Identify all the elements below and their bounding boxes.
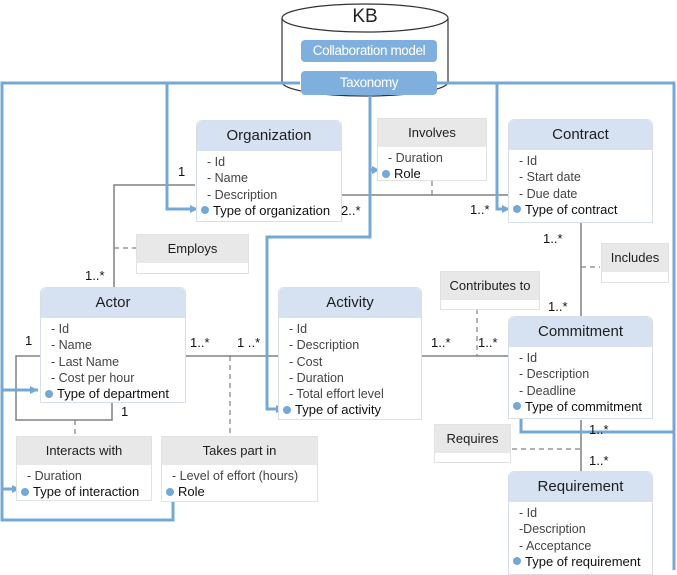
multiplicity: 1..* [589, 422, 609, 437]
taxonomy-attribute: Type of requirement [513, 553, 652, 570]
taxonomy-attribute: Type of activity [283, 402, 421, 418]
taxonomy-dot-icon [201, 206, 209, 215]
association-interacts-with[interactable]: Interacts with - Duration Type of intera… [16, 436, 152, 501]
association-title: Contributes to [441, 272, 539, 300]
attribute: - Deadline [519, 383, 576, 398]
taxonomy-dot-icon [513, 557, 521, 566]
kb-taxonomy[interactable]: Taxonomy [301, 71, 437, 95]
taxonomy-attribute: Type of department [45, 386, 185, 402]
taxonomy-dot-icon [382, 169, 390, 178]
attribute-label: Role [394, 166, 421, 182]
attribute: - Total effort level [289, 387, 384, 402]
multiplicity: 1 [25, 333, 33, 348]
class-activity[interactable]: Activity - Id - Description - Cost - Dur… [278, 287, 422, 420]
taxonomy-attribute: Role [382, 166, 486, 182]
attribute: - Cost per hour [51, 370, 135, 385]
multiplicity: 1..* [589, 453, 609, 468]
attribute: - Id [519, 154, 538, 168]
attribute: - Start date [519, 170, 581, 185]
attribute: - Id [289, 322, 308, 336]
kb-title: KB [352, 6, 378, 27]
attribute: - Description [207, 187, 278, 202]
class-title: Contract [509, 120, 652, 150]
association-title: Includes [602, 244, 668, 272]
multiplicity: 1 [121, 404, 129, 419]
attribute: - Duration [388, 151, 443, 165]
attribute-label: Role [178, 484, 205, 500]
attribute: - Name [207, 171, 248, 186]
attribute-label: Type of department [57, 386, 170, 402]
multiplicity: 1 [178, 164, 186, 179]
association-title: Takes part in [162, 437, 317, 465]
attribute: - Level of effort (hours) [172, 469, 299, 483]
taxonomy-dot-icon [45, 389, 53, 398]
attribute: - Last Name [51, 354, 120, 369]
attribute: - Id [51, 322, 70, 336]
class-title: Requirement [509, 472, 652, 502]
attribute: - Id [207, 155, 226, 169]
class-contract[interactable]: Contract - Id - Start date - Due date Ty… [508, 119, 653, 223]
taxonomy-dot-icon [21, 487, 29, 496]
taxonomy-dot-icon [166, 487, 174, 496]
class-requirement[interactable]: Requirement - Id -Description - Acceptan… [508, 471, 653, 575]
class-title: Organization [197, 121, 341, 151]
association-employs[interactable]: Employs [136, 234, 249, 274]
multiplicity: 1..* [548, 299, 568, 314]
multiplicity: 1..* [85, 268, 105, 283]
taxonomy-attribute: Type of contract [513, 201, 652, 218]
class-title: Activity [279, 288, 421, 318]
attribute: - Cost [289, 354, 323, 369]
association-title: Requires [435, 425, 510, 453]
attribute-label: Type of commitment [525, 398, 643, 414]
attribute-label: Type of activity [295, 402, 381, 418]
attribute: - Duration [27, 469, 82, 483]
taxonomy-dot-icon [513, 402, 521, 411]
taxonomy-attribute: Role [166, 484, 317, 500]
attribute: - Description [289, 338, 360, 353]
attribute: - Id [519, 506, 538, 520]
multiplicity: 1..* [478, 335, 498, 350]
association-includes[interactable]: Includes [601, 243, 669, 283]
association-title: Interacts with [17, 437, 151, 465]
attribute: - Description [519, 367, 590, 382]
taxonomy-dot-icon [283, 406, 291, 415]
multiplicity: 1 ..* [237, 335, 261, 350]
association-title: Employs [137, 235, 248, 263]
class-actor[interactable]: Actor - Id - Name - Last Name - Cost per… [40, 287, 186, 403]
taxonomy-dot-icon [513, 205, 521, 214]
class-organization[interactable]: Organization - Id - Name - Description T… [196, 120, 342, 222]
association-involves[interactable]: Involves - Duration Role [377, 118, 487, 181]
attribute-label: Type of interaction [33, 484, 140, 500]
multiplicity: 2..* [341, 203, 361, 218]
multiplicity: 1..* [190, 335, 210, 350]
kb-collaboration-model[interactable]: Collaboration model [301, 40, 437, 62]
attribute-label: Type of requirement [525, 553, 641, 569]
taxonomy-attribute: Type of organization [201, 202, 341, 219]
multiplicity: 1..* [470, 202, 490, 217]
class-commitment[interactable]: Commitment - Id - Description - Deadline… [508, 316, 653, 419]
class-title: Commitment [509, 317, 652, 347]
attribute: - Due date [519, 186, 578, 201]
association-contributes-to[interactable]: Contributes to [440, 271, 540, 310]
attribute: - Id [519, 351, 538, 365]
attribute-label: Type of organization [213, 202, 331, 218]
attribute: - Acceptance [519, 538, 592, 553]
attribute: - Duration [289, 370, 344, 385]
association-takes-part-in[interactable]: Takes part in - Level of effort (hours) … [161, 436, 318, 502]
attribute: -Description [519, 522, 586, 537]
class-title: Actor [41, 288, 185, 318]
association-title: Involves [378, 119, 486, 147]
attribute: - Name [51, 338, 92, 353]
taxonomy-attribute: Type of interaction [21, 484, 151, 500]
attribute-label: Type of contract [525, 201, 618, 217]
taxonomy-attribute: Type of commitment [513, 398, 652, 415]
association-requires[interactable]: Requires [434, 424, 511, 463]
multiplicity: 1..* [431, 335, 451, 350]
multiplicity: 1..* [543, 231, 563, 246]
